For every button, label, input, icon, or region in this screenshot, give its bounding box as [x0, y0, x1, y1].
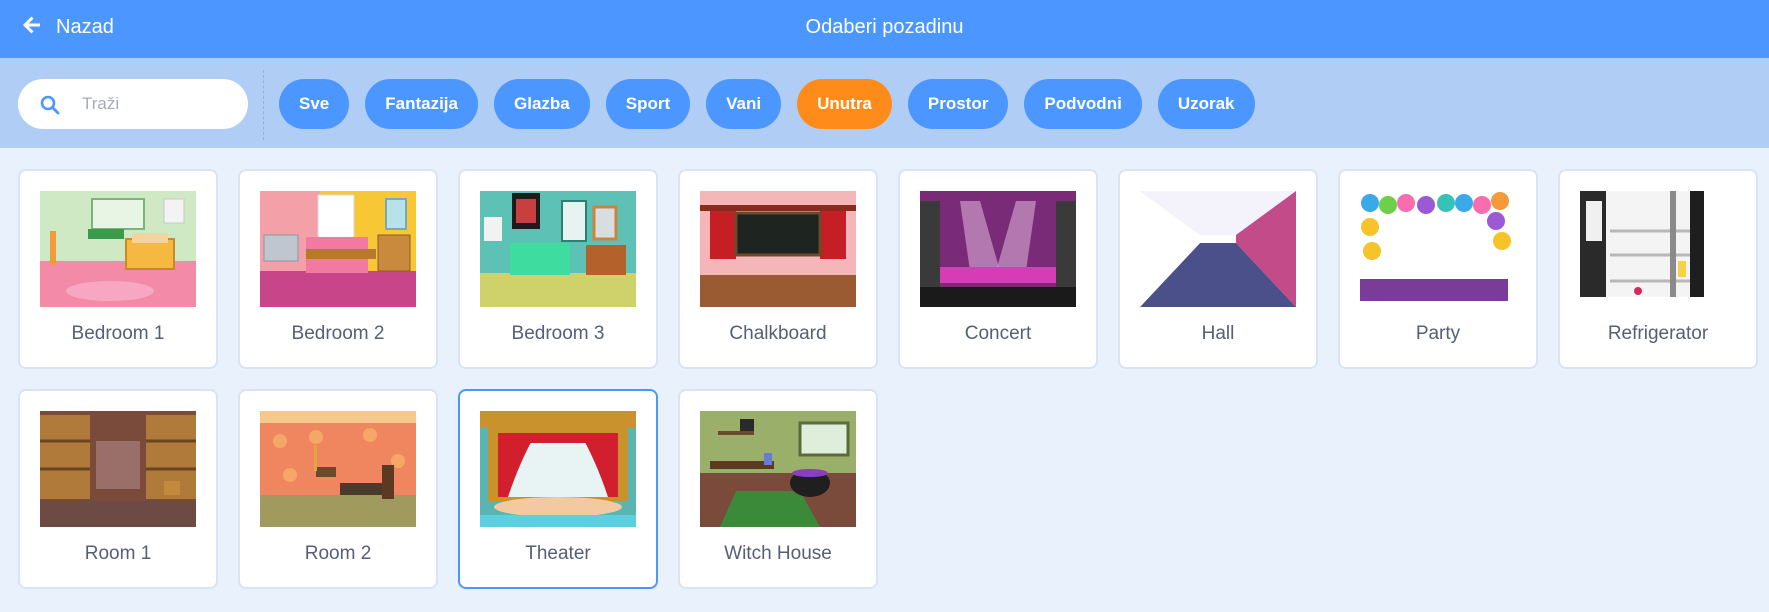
backdrop-card-bedroom-1[interactable]: Bedroom 1	[18, 169, 218, 369]
backdrop-thumbnail	[40, 411, 196, 527]
backdrop-label: Bedroom 1	[71, 323, 165, 344]
backdrop-thumbnail	[1140, 191, 1296, 307]
backdrop-thumbnail	[700, 411, 856, 527]
backdrop-label: Theater	[525, 543, 591, 564]
filter-divider	[263, 70, 264, 140]
backdrop-card-concert[interactable]: Concert	[898, 169, 1098, 369]
tag-podvodni[interactable]: Podvodni	[1024, 79, 1142, 129]
backdrop-label: Refrigerator	[1607, 323, 1709, 344]
tag-sport[interactable]: Sport	[605, 79, 691, 129]
tag-uzorak[interactable]: Uzorak	[1157, 79, 1255, 129]
backdrop-label: Room 1	[84, 543, 152, 564]
header-bar: Nazad Odaberi pozadinu	[0, 0, 1769, 58]
tag-vani[interactable]: Vani	[706, 79, 782, 129]
backdrop-label: Room 2	[304, 543, 372, 564]
tag-unutra[interactable]: Unutra	[797, 79, 892, 129]
tag-prostor[interactable]: Prostor	[907, 79, 1009, 129]
backdrop-card-theater[interactable]: Theater	[458, 389, 658, 589]
backdrop-thumbnail	[480, 411, 636, 527]
tag-fantazija[interactable]: Fantazija	[365, 79, 478, 129]
backdrop-card-party[interactable]: Party	[1338, 169, 1538, 369]
backdrop-label: Chalkboard	[729, 323, 827, 344]
search-box[interactable]	[18, 79, 248, 129]
tag-list: Sve Fantazija Glazba Sport Vani Unutra P…	[279, 79, 1255, 129]
tag-sve[interactable]: Sve	[279, 79, 350, 129]
backdrop-card-refrigerator[interactable]: Refrigerator	[1558, 169, 1758, 369]
backdrop-grid: Bedroom 1 Bedroom 2 Bedroom 3 Chalkboard…	[18, 169, 1758, 589]
backdrop-thumbnail	[920, 191, 1076, 307]
backdrop-label: Party	[1415, 323, 1461, 344]
backdrop-card-hall[interactable]: Hall	[1118, 169, 1318, 369]
backdrop-thumbnail	[1580, 191, 1736, 307]
backdrop-label: Concert	[964, 323, 1032, 344]
backdrop-card-chalkboard[interactable]: Chalkboard	[678, 169, 878, 369]
tag-glazba[interactable]: Glazba	[494, 79, 590, 129]
backdrop-label: Witch House	[724, 543, 832, 564]
backdrop-thumbnail	[260, 411, 416, 527]
backdrop-card-bedroom-2[interactable]: Bedroom 2	[238, 169, 438, 369]
backdrop-thumbnail	[40, 191, 196, 307]
page-title: Odaberi pozadinu	[805, 15, 964, 38]
backdrop-thumbnail	[1360, 191, 1516, 307]
filter-bar: Sve Fantazija Glazba Sport Vani Unutra P…	[0, 58, 1769, 148]
backdrop-thumbnail	[260, 191, 416, 307]
backdrop-label: Bedroom 3	[511, 323, 605, 344]
backdrop-card-room-2[interactable]: Room 2	[238, 389, 438, 589]
backdrop-card-witch-house[interactable]: Witch House	[678, 389, 878, 589]
backdrop-card-bedroom-3[interactable]: Bedroom 3	[458, 169, 658, 369]
backdrop-card-room-1[interactable]: Room 1	[18, 389, 218, 589]
search-input[interactable]	[82, 89, 232, 119]
backdrop-label: Hall	[1201, 323, 1235, 344]
backdrop-label: Bedroom 2	[291, 323, 385, 344]
backdrop-thumbnail	[480, 191, 636, 307]
backdrop-thumbnail	[700, 191, 856, 307]
